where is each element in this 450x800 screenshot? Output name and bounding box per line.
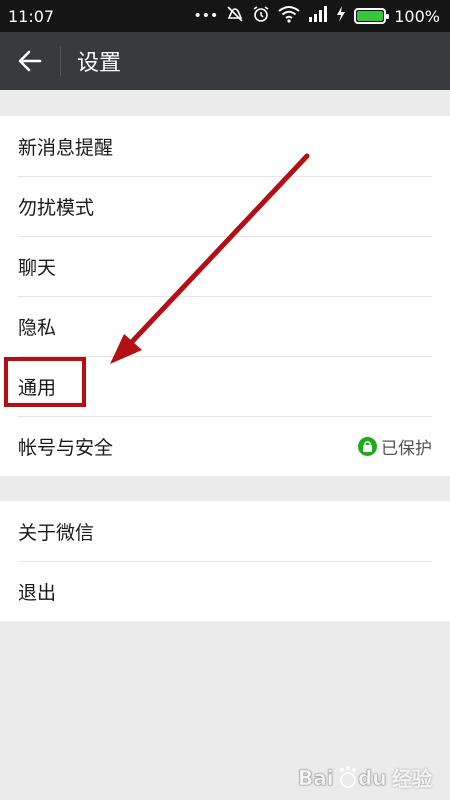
settings-item-account-security[interactable]: 帐号与安全 已保护: [0, 416, 450, 476]
status-time: 11:07: [8, 6, 55, 26]
battery-icon: [354, 8, 390, 24]
battery-percent: 100%: [394, 6, 440, 26]
svg-text:Bai: Bai: [298, 766, 334, 790]
baidu-paw-logo: Bai du: [298, 765, 387, 790]
settings-item-label: 隐私: [18, 316, 57, 339]
settings-item-label: 勿扰模式: [18, 196, 95, 219]
settings-group-secondary: 关于微信 退出: [0, 501, 450, 621]
settings-item-label: 通用: [18, 376, 57, 399]
settings-item-label: 帐号与安全: [18, 436, 114, 459]
alarm-icon: [252, 5, 270, 27]
settings-item-do-not-disturb[interactable]: 勿扰模式: [0, 176, 450, 236]
signal-icon: [308, 6, 328, 26]
settings-item-label: 聊天: [18, 256, 57, 279]
mute-icon: [226, 5, 244, 27]
lock-icon: [358, 436, 377, 456]
settings-item-chat[interactable]: 聊天: [0, 236, 450, 296]
settings-item-label: 新消息提醒: [18, 136, 114, 159]
app-bar: 设置: [0, 32, 450, 90]
settings-item-about[interactable]: 关于微信: [0, 501, 450, 561]
watermark-label: 经验: [392, 767, 432, 791]
account-protected-status: 已保护: [358, 434, 432, 459]
title-divider: [60, 46, 61, 76]
status-bar: 11:07 ••• 100%: [0, 0, 450, 32]
watermark: Bai du 经验: [298, 763, 432, 792]
charging-icon: [336, 6, 346, 26]
settings-item-privacy[interactable]: 隐私: [0, 296, 450, 356]
arrow-left-icon: [18, 50, 42, 72]
settings-group-main: 新消息提醒 勿扰模式 聊天 隐私 通用 帐号与安全 已保护: [0, 116, 450, 476]
more-icon: •••: [193, 8, 219, 24]
back-button[interactable]: [0, 32, 60, 90]
wifi-icon: [278, 5, 300, 27]
settings-item-new-message-notify[interactable]: 新消息提醒: [0, 116, 450, 176]
page-title: 设置: [77, 51, 122, 76]
settings-item-label: 关于微信: [18, 521, 95, 544]
settings-item-label: 退出: [18, 581, 57, 604]
status-icons: ••• 100%: [193, 5, 440, 27]
battery-level: [357, 11, 384, 21]
protected-label: 已保护: [381, 438, 432, 459]
settings-item-general[interactable]: 通用: [0, 356, 450, 416]
svg-text:du: du: [358, 766, 387, 790]
settings-item-logout[interactable]: 退出: [0, 561, 450, 621]
